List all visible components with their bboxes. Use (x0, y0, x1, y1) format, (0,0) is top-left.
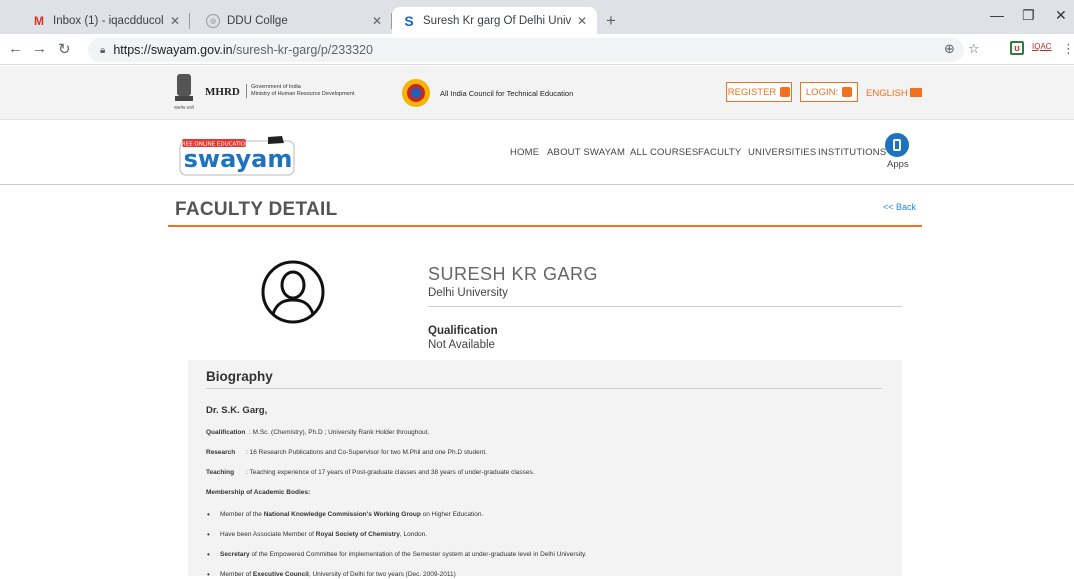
iqac-extension-icon[interactable]: IQAC (1032, 42, 1052, 51)
profile-divider (428, 306, 902, 307)
page-title: FACULTY DETAIL (175, 199, 338, 220)
url-input[interactable]: 🔒︎ https://swayam.gov.in/suresh-kr-garg/… (88, 38, 964, 62)
bio-research-line: Research: 16 Research Publications and C… (206, 449, 487, 456)
biography-panel: Biography Dr. S.K. Garg, Qualification :… (188, 360, 902, 579)
back-link[interactable]: << Back (883, 202, 916, 212)
biography-heading: Biography (206, 369, 273, 384)
menu-icon[interactable]: ⋮ (1062, 41, 1074, 57)
aicte-logo-icon (402, 79, 430, 107)
minimize-icon[interactable]: — (990, 7, 1004, 23)
tab-title: Suresh Kr garg Of Delhi Universit (423, 14, 571, 27)
nav-all-courses[interactable]: ALL COURSES (630, 147, 698, 158)
bio-teaching-line: Teaching: Teaching experience of 17 year… (206, 469, 535, 476)
gov-header: सत्यमेव जयते MHRD Government of India Mi… (0, 66, 1074, 120)
qualification-value: Not Available (428, 339, 495, 351)
list-item: Member of Executive Council, University … (207, 570, 456, 579)
close-icon[interactable]: ✕ (577, 14, 587, 28)
apps-mobile-icon[interactable] (885, 133, 909, 157)
lock-icon: 🔒︎ (100, 44, 106, 56)
tab-title: Inbox (1) - iqacdducollege@gma (53, 14, 164, 27)
faculty-university: Delhi University (428, 287, 508, 299)
qualification-heading: Qualification (428, 325, 498, 337)
url-path: /suresh-kr-garg/p/233320 (232, 43, 373, 57)
new-tab-icon[interactable]: + (606, 11, 616, 31)
language-selector[interactable]: ENGLISH (866, 88, 922, 99)
gmail-icon: M (34, 13, 44, 28)
zoom-icon[interactable]: ⊕ (944, 41, 955, 57)
nav-about-swayam[interactable]: ABOUT SWAYAM (547, 147, 625, 158)
restore-icon[interactable]: ❐ (1022, 7, 1035, 24)
back-arrow-icon[interactable]: ← (8, 40, 23, 57)
swayam-icon: S (404, 12, 414, 29)
faculty-name: SURESH KR GARG (428, 264, 599, 284)
swayam-logo[interactable]: FREE ONLINE EDUCATION swayam (178, 135, 296, 177)
language-icon (909, 88, 922, 97)
list-item: Secretary of the Empowered Committee for… (207, 550, 587, 559)
lock-icon (842, 87, 853, 97)
list-item: Have been Associate Member of Royal Soci… (207, 530, 427, 539)
login-button[interactable]: LOGIN: (800, 82, 858, 102)
biography-divider (206, 388, 882, 389)
tab-gmail[interactable]: M Inbox (1) - iqacdducollege@gma ✕ (22, 7, 190, 34)
close-icon[interactable]: ✕ (170, 14, 180, 28)
bookmark-star-icon[interactable]: ☆ (968, 41, 980, 57)
title-divider (168, 225, 922, 227)
avatar-icon (261, 260, 325, 324)
aicte-text: All India Council for Technical Educatio… (440, 89, 574, 98)
college-icon: ◎ (206, 13, 220, 28)
extension-icon[interactable]: ʊ (1010, 41, 1024, 55)
reload-icon[interactable]: ↻ (58, 40, 71, 58)
mhrd-subtitle: Government of India Ministry of Human Re… (246, 84, 354, 98)
nav-universities[interactable]: UNIVERSITIES (748, 147, 816, 158)
nav-home[interactable]: HOME (510, 147, 539, 158)
forward-arrow-icon[interactable]: → (32, 40, 47, 57)
list-item: Member of the National Knowledge Commiss… (207, 510, 483, 519)
url-host: https://swayam.gov.in (113, 43, 233, 57)
emblem-caption: सत्यमेव जयते (174, 105, 194, 110)
bio-membership-heading: Membership of Academic Bodies: (206, 489, 311, 496)
window-close-icon[interactable]: ✕ (1055, 7, 1067, 24)
close-icon[interactable]: ✕ (372, 14, 382, 28)
address-bar-row: ← → ↻ 🔒︎ https://swayam.gov.in/suresh-kr… (0, 34, 1074, 65)
nav-institutions[interactable]: INSTITUTIONS (818, 147, 886, 158)
tab-swayam-active[interactable]: S Suresh Kr garg Of Delhi Universit ✕ (392, 7, 597, 34)
logo-wordmark: swayam (184, 145, 293, 173)
tab-ddu[interactable]: ◎ DDU Collge ✕ (196, 7, 392, 34)
user-icon (780, 87, 791, 97)
national-emblem-icon: सत्यमेव जयते (174, 74, 195, 110)
mhrd-logo-text: MHRD (205, 86, 240, 98)
register-button[interactable]: REGISTER (726, 82, 792, 102)
bio-qualification-line: Qualification : M.Sc. (Chemistry), Ph.D … (206, 429, 430, 436)
browser-tab-strip: M Inbox (1) - iqacdducollege@gma ✕ ◎ DDU… (0, 0, 1074, 34)
bio-person-name: Dr. S.K. Garg, (206, 405, 268, 416)
apps-label[interactable]: Apps (887, 159, 909, 170)
tab-title: DDU Collge (227, 14, 288, 27)
nav-faculty[interactable]: FACULTY (698, 147, 741, 158)
main-navbar: FREE ONLINE EDUCATION swayam HOME ABOUT … (0, 121, 1074, 185)
